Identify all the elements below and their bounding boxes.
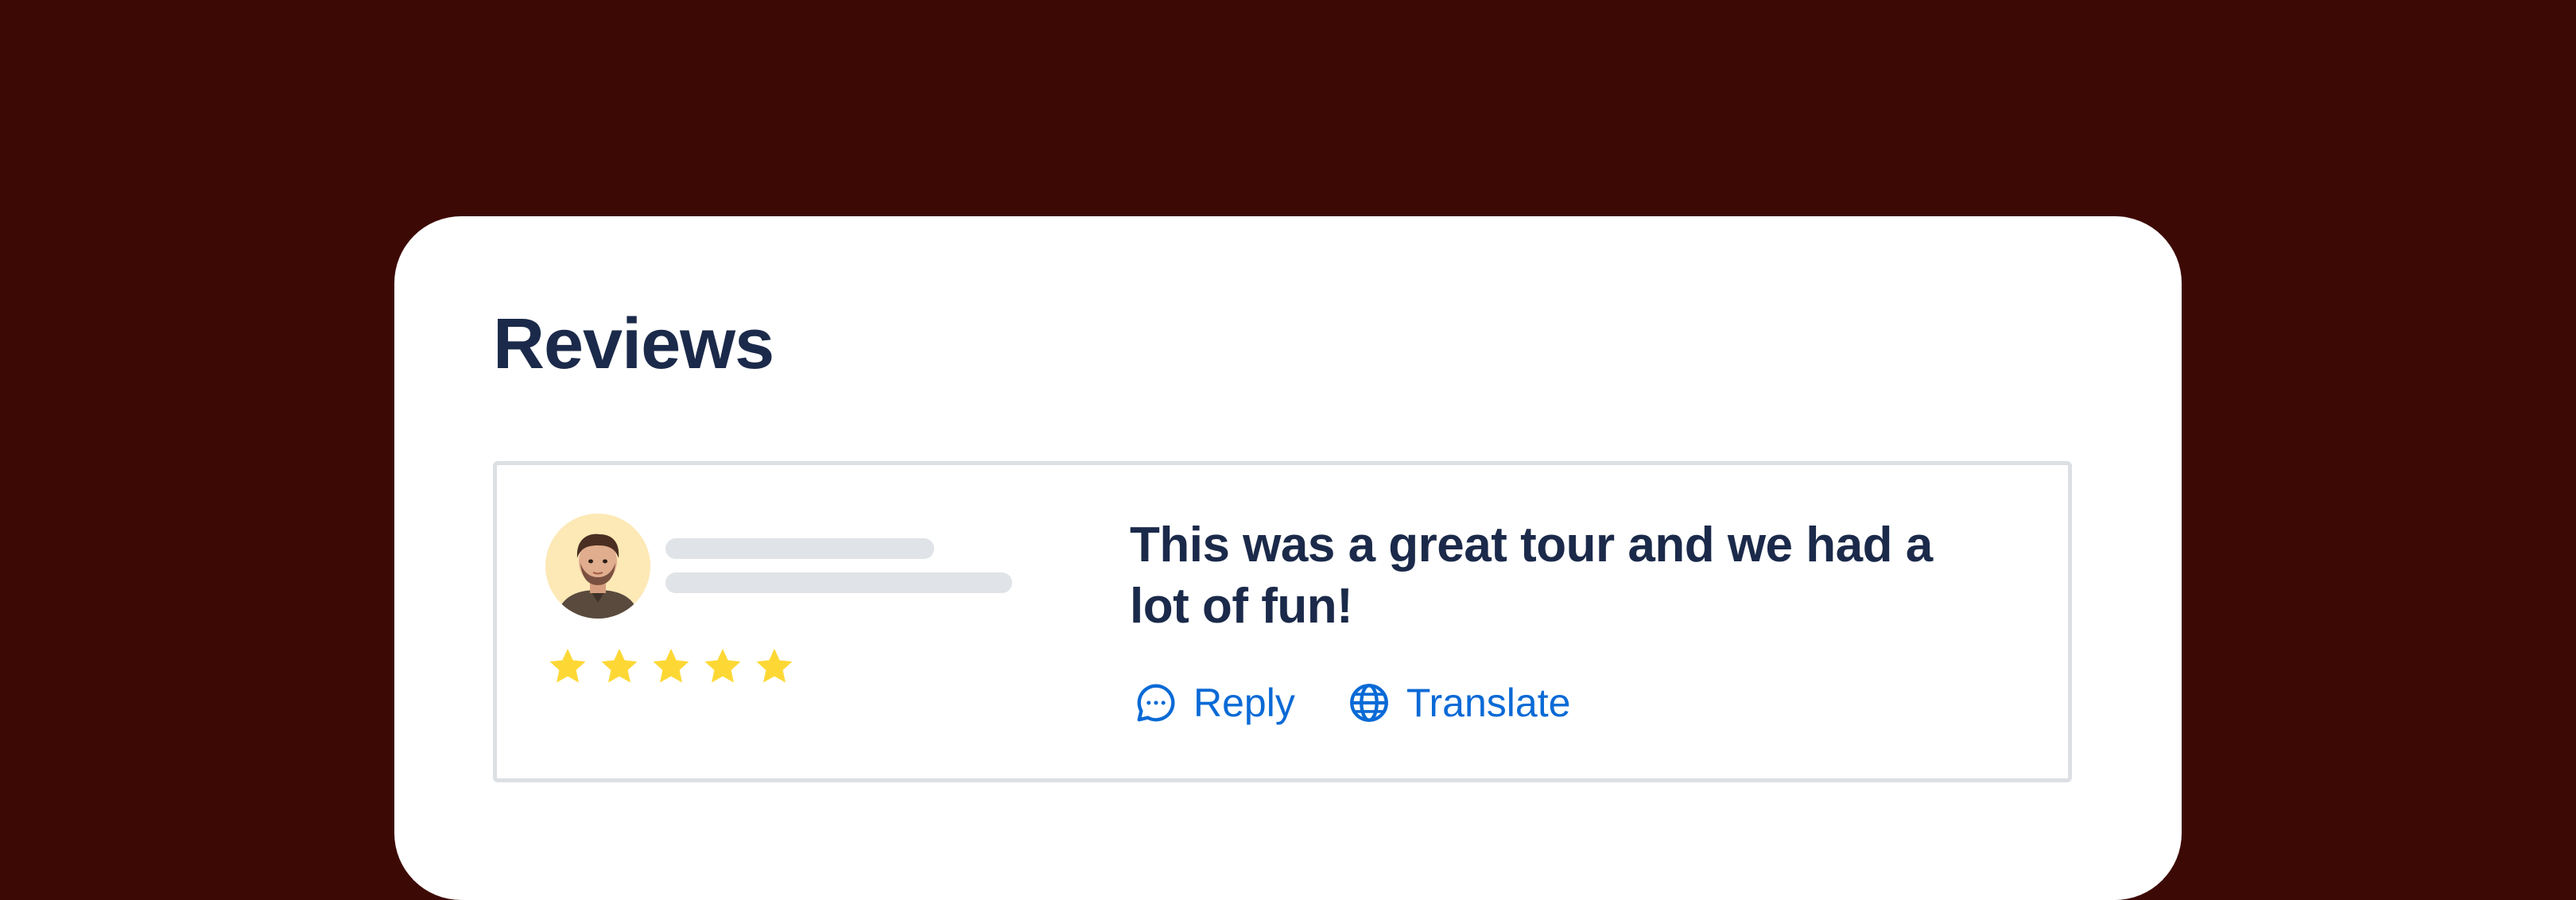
star-icon — [650, 646, 692, 687]
translate-label: Translate — [1406, 681, 1571, 725]
review-item: This was a great tour and we had a lot o… — [493, 461, 2072, 782]
avatar — [545, 514, 650, 619]
star-icon — [599, 646, 640, 687]
star-icon — [702, 646, 743, 687]
reviews-title: Reviews — [493, 305, 774, 384]
reply-button[interactable]: Reply — [1133, 680, 1295, 726]
review-text: This was a great tour and we had a lot o… — [1130, 518, 1933, 634]
star-icon — [547, 646, 588, 687]
star-rating — [547, 646, 795, 687]
reviewer-name-placeholder — [665, 538, 934, 559]
translate-button[interactable]: Translate — [1346, 680, 1571, 726]
globe-icon — [1349, 684, 1388, 722]
reviews-card: Reviews This was a great tour and we had… — [394, 216, 2182, 900]
star-icon — [754, 646, 795, 687]
avatar-photo-icon — [545, 514, 650, 619]
reply-label: Reply — [1193, 681, 1295, 725]
chat-bubble-icon — [1137, 684, 1175, 722]
review-actions: Reply Translate — [1133, 680, 1570, 726]
review-date-placeholder — [665, 572, 1012, 593]
